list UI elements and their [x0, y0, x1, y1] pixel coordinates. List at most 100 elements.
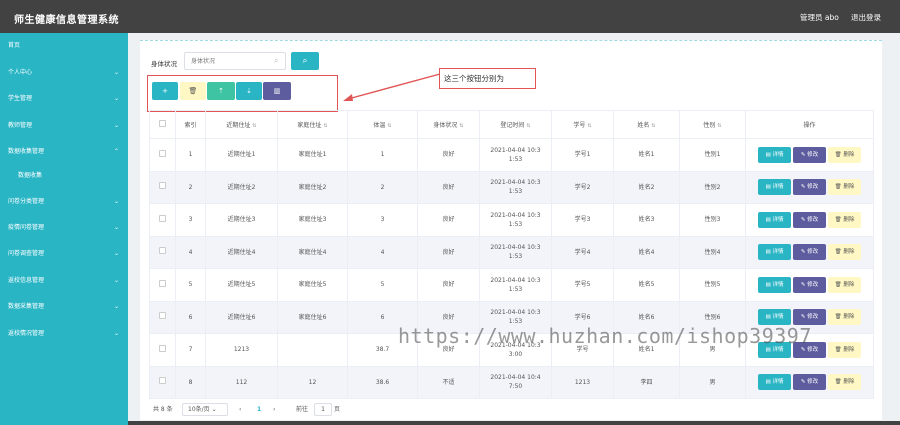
edit-button[interactable]: ✎ 修改	[793, 244, 826, 261]
col-header-health[interactable]: 身体状况 ⇅	[417, 110, 480, 139]
edit-button[interactable]: ✎ 修改	[793, 146, 826, 163]
col-header-home-address[interactable]: 家庭住址 ⇅	[277, 110, 348, 139]
col-header-name[interactable]: 姓名 ⇅	[613, 110, 680, 139]
prev-page-button[interactable]: ‹	[239, 403, 241, 417]
cell-recent-address: 近期住址4	[205, 235, 278, 269]
col-header-temperature[interactable]: 体温 ⇅	[347, 110, 418, 139]
row-checkbox[interactable]	[149, 235, 176, 269]
row-checkbox[interactable]	[149, 138, 176, 172]
row-checkbox[interactable]	[149, 170, 176, 204]
sidebar-item-teachers[interactable]: 教师管理 ⌄	[0, 118, 128, 134]
add-button[interactable]: +	[152, 82, 178, 100]
row-checkbox[interactable]	[149, 268, 176, 302]
checkbox-icon	[159, 312, 166, 320]
sidebar-item-home[interactable]: 首页	[0, 38, 128, 54]
sort-icon[interactable]: ⇅	[387, 123, 391, 129]
edit-button[interactable]: ✎ 修改	[793, 211, 826, 228]
batch-delete-button[interactable]: 🗑	[180, 82, 206, 100]
edit-button[interactable]: ✎ 修改	[793, 276, 826, 293]
edit-button[interactable]: ✎ 修改	[793, 179, 826, 196]
detail-button[interactable]: ▤ 详情	[758, 244, 791, 261]
sort-icon[interactable]: ⇅	[526, 123, 530, 129]
next-page-button[interactable]: ›	[273, 403, 275, 417]
delete-button[interactable]: 🗑 删除	[828, 244, 861, 261]
cell-home-address	[277, 333, 348, 367]
sidebar-item-survey-investigation[interactable]: 问卷调查管理 ⌄	[0, 246, 128, 262]
delete-button[interactable]: 🗑 删除	[828, 309, 861, 326]
trash-icon: 🗑	[834, 346, 842, 353]
row-checkbox[interactable]	[149, 333, 176, 367]
statistics-button[interactable]: ▥	[263, 82, 291, 100]
cell-name: 姓名4	[613, 235, 680, 269]
detail-button[interactable]: ▤ 详情	[758, 276, 791, 293]
sidebar-item-label: 数据收集	[18, 172, 43, 179]
sort-icon[interactable]: ⇅	[252, 123, 256, 129]
sidebar-item-return-status[interactable]: 返校情况管理 ⌄	[0, 326, 128, 342]
detail-button[interactable]: ▤ 详情	[758, 374, 791, 391]
chevron-down-icon: ⌄	[113, 95, 119, 102]
logout-link[interactable]: 退出登录	[851, 12, 881, 23]
row-checkbox[interactable]	[149, 365, 176, 399]
trash-icon: 🗑	[188, 87, 198, 95]
cell-recent-address: 近期住址5	[205, 268, 278, 302]
delete-button[interactable]: 🗑 删除	[828, 341, 861, 358]
cell-temperature: 1	[347, 138, 418, 172]
delete-button[interactable]: 🗑 删除	[828, 179, 861, 196]
col-header-actions: 操作	[745, 110, 874, 139]
col-header-student-id[interactable]: 学号 ⇅	[551, 110, 614, 139]
edit-button[interactable]: ✎ 修改	[793, 374, 826, 391]
cell-recent-address: 1213	[205, 333, 278, 367]
chevron-down-icon: ⌄	[113, 330, 119, 337]
row-checkbox[interactable]	[149, 300, 176, 334]
delete-button[interactable]: 🗑 删除	[828, 374, 861, 391]
cell-student-id: 学号1	[551, 138, 614, 172]
doc-icon: ▤	[765, 184, 771, 191]
sidebar-item-students[interactable]: 学生管理 ⌄	[0, 91, 128, 107]
checkbox-icon	[159, 279, 166, 287]
search-button[interactable]: ⌕	[291, 52, 319, 70]
delete-button[interactable]: 🗑 删除	[828, 146, 861, 163]
delete-button[interactable]: 🗑 删除	[828, 211, 861, 228]
detail-button[interactable]: ▤ 详情	[758, 211, 791, 228]
goto-page-input[interactable]: 1	[314, 403, 332, 416]
sidebar-item-survey-category[interactable]: 问卷分类管理 ⌄	[0, 194, 128, 210]
annotation-callout: 这三个按钮分别为	[439, 68, 536, 89]
search-input[interactable]	[184, 52, 286, 70]
chart-icon: ▥	[273, 87, 281, 95]
col-header-gender[interactable]: 性别 ⇅	[679, 110, 746, 139]
delete-button[interactable]: 🗑 删除	[828, 276, 861, 293]
sort-icon[interactable]: ⇅	[587, 123, 591, 129]
chevron-down-icon: ⌄	[113, 250, 119, 257]
col-header-index: 索引	[175, 110, 206, 139]
sort-icon[interactable]: ⇅	[717, 123, 721, 129]
sidebar-item-data-acquisition[interactable]: 数据采集管理 ⌄	[0, 299, 128, 315]
cell-recent-address: 近期住址1	[205, 138, 278, 172]
page-size-select[interactable]: 10条/页 ⌄	[182, 403, 228, 416]
sidebar-item-epidemic-survey[interactable]: 疫情问卷管理 ⌄	[0, 220, 128, 236]
col-header-register-time[interactable]: 登记时间 ⇅	[479, 110, 552, 139]
import-button[interactable]: ⇡	[207, 82, 235, 100]
row-checkbox[interactable]	[149, 203, 176, 237]
sidebar-item-return-info[interactable]: 返校信息管理 ⌄	[0, 273, 128, 289]
detail-button[interactable]: ▤ 详情	[758, 179, 791, 196]
detail-button[interactable]: ▤ 详情	[758, 309, 791, 326]
sort-icon[interactable]: ⇅	[459, 123, 463, 129]
trash-icon: 🗑	[834, 151, 842, 158]
sidebar-item-personal-center[interactable]: 个人中心 ⌄	[0, 65, 128, 81]
sort-icon[interactable]: ⇅	[651, 123, 655, 129]
chevron-down-icon: ⌄	[113, 198, 119, 205]
cell-name: 姓名5	[613, 268, 680, 302]
export-button[interactable]: ⇣	[236, 82, 262, 100]
edit-button[interactable]: ✎ 修改	[793, 309, 826, 326]
edit-icon: ✎	[800, 314, 806, 321]
page-number-current[interactable]: 1	[257, 403, 261, 417]
sidebar-item-data-collection-mgmt[interactable]: 数据收集管理 ⌃	[0, 144, 128, 160]
select-all-checkbox[interactable]	[149, 110, 176, 139]
sort-icon[interactable]: ⇅	[323, 123, 327, 129]
sidebar-item-data-collection[interactable]: 数据收集	[0, 168, 128, 184]
cell-temperature: 38.6	[347, 365, 418, 399]
cell-register-time: 2021-04-04 10:3 1:53	[479, 235, 552, 269]
col-header-recent-address[interactable]: 近期住址 ⇅	[205, 110, 278, 139]
app-title: 师生健康信息管理系统	[14, 15, 119, 26]
detail-button[interactable]: ▤ 详情	[758, 146, 791, 163]
